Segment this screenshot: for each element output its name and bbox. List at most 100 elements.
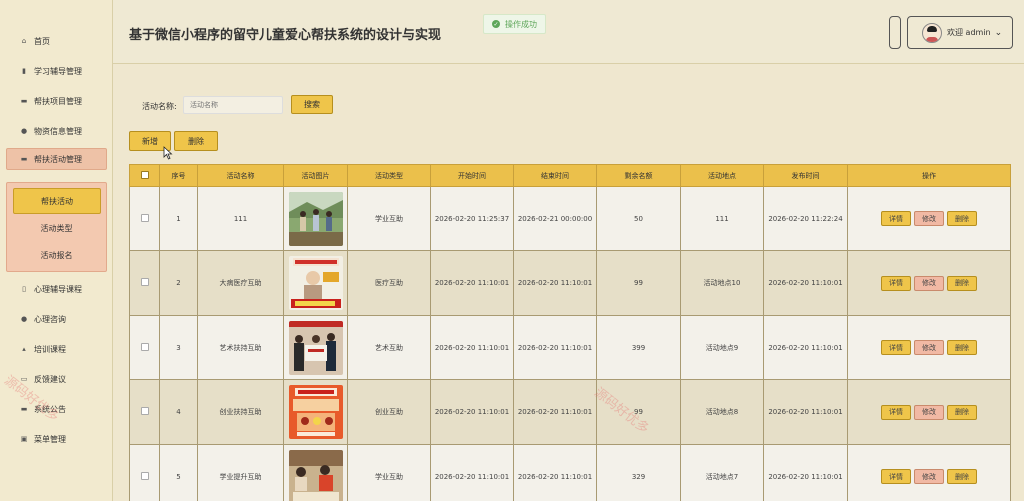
cell-remain: 99 bbox=[596, 379, 681, 445]
edit-button[interactable]: 修改 bbox=[914, 404, 944, 420]
sidebar-item-psych-course[interactable]: ▯ 心理辅导课程 bbox=[0, 278, 113, 300]
cell-start: 2026-02-20 11:10:01 bbox=[430, 315, 514, 380]
col-header: 操作 bbox=[847, 164, 1011, 187]
sidebar-item-notice[interactable]: ▬ 系统公告 bbox=[0, 398, 113, 420]
cell-actions: 详情 修改 删除 bbox=[847, 444, 1011, 501]
success-toast: ✓ 操作成功 bbox=[483, 14, 546, 34]
cell-publish: 2026-02-20 11:10:01 bbox=[763, 444, 848, 501]
col-header: 活动类型 bbox=[347, 164, 431, 187]
col-header: 发布时间 bbox=[763, 164, 848, 187]
search-label: 活动名称: bbox=[142, 102, 177, 111]
cell-remain: 329 bbox=[596, 444, 681, 501]
detail-button[interactable]: 详情 bbox=[881, 404, 911, 420]
cell-start: 2026-02-20 11:10:01 bbox=[430, 444, 514, 501]
activity-image-medical bbox=[288, 256, 343, 310]
cell-place: 活动地点7 bbox=[680, 444, 764, 501]
table-header-row: 序号 活动名称 活动图片 活动类型 开始时间 结束时间 剩余名额 活动地点 发布… bbox=[129, 164, 1011, 187]
folder-icon: ▬ bbox=[20, 97, 28, 105]
sidebar-item-counsel[interactable]: ● 心理咨询 bbox=[0, 308, 113, 330]
batch-delete-button[interactable]: 删除 bbox=[174, 131, 218, 151]
cell-actions: 详情 修改 删除 bbox=[847, 186, 1011, 251]
search-input[interactable] bbox=[183, 96, 283, 114]
col-header: 活动图片 bbox=[283, 164, 348, 187]
row-checkbox[interactable] bbox=[140, 342, 149, 351]
select-all-checkbox[interactable] bbox=[140, 170, 149, 179]
activity-submenu: 帮扶活动 活动类型 活动报名 bbox=[6, 182, 107, 272]
cell-actions: 详情 修改 删除 bbox=[847, 315, 1011, 380]
cell-start: 2026-02-20 11:25:37 bbox=[430, 186, 514, 251]
cell-end: 2026-02-21 00:00:00 bbox=[513, 186, 597, 251]
cell-image bbox=[283, 186, 348, 251]
cell-publish: 2026-02-20 11:10:01 bbox=[763, 250, 848, 316]
header-toggle-button[interactable] bbox=[889, 16, 901, 49]
cell-start: 2026-02-20 11:10:01 bbox=[430, 250, 514, 316]
table-row: 5 学业提升互助 学业互助 2026-02-20 11:10:01 2026-0… bbox=[129, 444, 1011, 501]
page-title: 基于微信小程序的留守儿童爱心帮扶系统的设计与实现 bbox=[129, 28, 442, 43]
cell-type: 医疗互助 bbox=[347, 250, 431, 316]
col-header: 剩余名额 bbox=[596, 164, 681, 187]
cell-name: 创业扶持互助 bbox=[197, 379, 284, 445]
submenu-activity-type[interactable]: 活动类型 bbox=[7, 217, 106, 239]
cell-publish: 2026-02-20 11:10:01 bbox=[763, 315, 848, 380]
delete-button[interactable]: 删除 bbox=[947, 469, 977, 484]
delete-button[interactable]: 删除 bbox=[947, 275, 977, 291]
user-menu[interactable]: 欢迎 admin ⌄ bbox=[907, 16, 1013, 49]
cell-type: 学业互助 bbox=[347, 186, 431, 251]
delete-button[interactable]: 删除 bbox=[947, 211, 977, 226]
sidebar: ⌂ 首页 ▮ 学习辅导管理 ▬ 帮扶项目管理 ● 物资信息管理 ▬ 帮扶活动管理 帮扶活动… bbox=[0, 0, 113, 501]
row-checkbox[interactable] bbox=[140, 471, 149, 480]
edit-button[interactable]: 修改 bbox=[914, 275, 944, 291]
avatar bbox=[922, 22, 942, 43]
notice-icon: ▬ bbox=[20, 405, 28, 413]
col-header: 序号 bbox=[159, 164, 198, 187]
sidebar-item-feedback[interactable]: ▭ 反馈建议 bbox=[0, 368, 113, 390]
sidebar-item-supplies[interactable]: ● 物资信息管理 bbox=[0, 120, 113, 142]
detail-button[interactable]: 详情 bbox=[881, 275, 911, 291]
cell-remain: 99 bbox=[596, 250, 681, 316]
row-checkbox[interactable] bbox=[140, 213, 149, 222]
submenu-activity[interactable]: 帮扶活动 bbox=[13, 188, 101, 214]
col-header: 结束时间 bbox=[513, 164, 597, 187]
cell-remain: 399 bbox=[596, 315, 681, 380]
sidebar-item-home[interactable]: ⌂ 首页 bbox=[0, 30, 113, 52]
cell-actions: 详情 修改 删除 bbox=[847, 250, 1011, 316]
cell-start: 2026-02-20 11:10:01 bbox=[430, 379, 514, 445]
submenu-activity-signup[interactable]: 活动报名 bbox=[7, 244, 106, 266]
message-icon: ▭ bbox=[20, 375, 28, 383]
delete-button[interactable]: 删除 bbox=[947, 404, 977, 420]
activity-image-startup bbox=[288, 385, 343, 439]
sidebar-item-training[interactable]: ▴ 培训课程 bbox=[0, 338, 113, 360]
activity-image-art bbox=[288, 320, 343, 375]
sidebar-item-menu[interactable]: ▣ 菜单管理 bbox=[0, 428, 113, 450]
search-button[interactable]: 搜索 bbox=[291, 95, 333, 114]
cell-no: 3 bbox=[159, 315, 198, 380]
detail-button[interactable]: 详情 bbox=[881, 211, 911, 226]
select-all-cell[interactable] bbox=[129, 164, 160, 187]
detail-button[interactable]: 详情 bbox=[881, 340, 911, 355]
sidebar-item-project[interactable]: ▬ 帮扶项目管理 bbox=[0, 90, 113, 112]
cell-end: 2026-02-20 11:10:01 bbox=[513, 250, 597, 316]
cell-place: 活动地点10 bbox=[680, 250, 764, 316]
check-circle-icon: ✓ bbox=[492, 20, 500, 28]
cell-image bbox=[283, 250, 348, 316]
edit-button[interactable]: 修改 bbox=[914, 211, 944, 226]
cell-no: 4 bbox=[159, 379, 198, 445]
calendar-icon: ▬ bbox=[20, 155, 28, 163]
main-content: 活动名称: 搜索 新增 删除 序号 活动名称 活动图片 活动类型 开始时间 结束… bbox=[113, 64, 1024, 501]
cell-type: 创业互助 bbox=[347, 379, 431, 445]
row-checkbox[interactable] bbox=[140, 278, 149, 286]
activity-table: 序号 活动名称 活动图片 活动类型 开始时间 结束时间 剩余名额 活动地点 发布… bbox=[129, 164, 1011, 501]
edit-button[interactable]: 修改 bbox=[914, 340, 944, 355]
table-row: 2 大病医疗互助 医疗互助 2026-02-20 11:10:01 2026-0… bbox=[129, 250, 1011, 316]
delete-button[interactable]: 删除 bbox=[947, 340, 977, 355]
col-header: 开始时间 bbox=[430, 164, 514, 187]
row-checkbox[interactable] bbox=[140, 407, 149, 415]
cell-image bbox=[283, 444, 348, 501]
cell-name: 大病医疗互助 bbox=[197, 250, 284, 316]
graduation-icon: ▴ bbox=[22, 345, 26, 353]
sidebar-item-study[interactable]: ▮ 学习辅导管理 bbox=[0, 60, 113, 82]
bar-chart-icon: ▮ bbox=[22, 67, 26, 75]
detail-button[interactable]: 详情 bbox=[881, 469, 911, 484]
edit-button[interactable]: 修改 bbox=[914, 469, 944, 484]
sidebar-item-activity[interactable]: ▬ 帮扶活动管理 bbox=[6, 148, 107, 170]
